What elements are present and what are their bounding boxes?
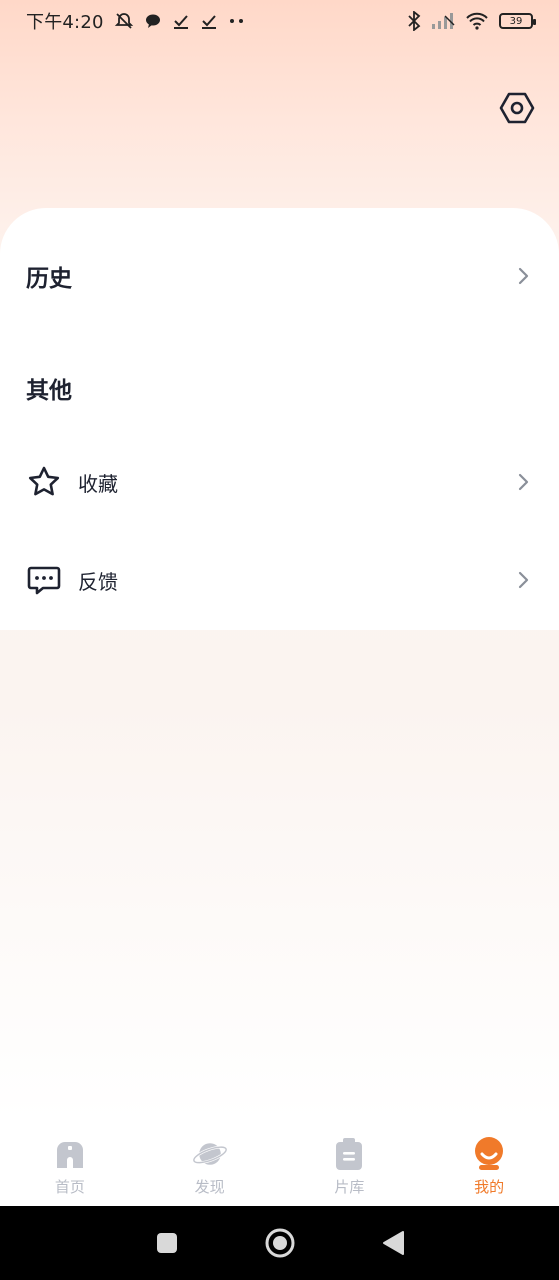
history-row[interactable]: 历史 [0,254,559,298]
library-icon [331,1136,367,1172]
status-bar: 下午4:20 39 [0,0,559,42]
menu-card: 历史 其他 收藏 反馈 [0,208,559,630]
signal-icon [431,12,455,30]
settings-button[interactable] [499,90,535,126]
feedback-row[interactable]: 反馈 [0,558,559,602]
other-section-title: 其他 [26,378,72,404]
wifi-icon [465,12,489,30]
other-section-header: 其他 [0,366,559,410]
tab-discover-label: 发现 [194,1178,225,1196]
status-time: 下午4:20 [26,12,104,33]
triangle-back-icon [382,1231,404,1255]
profile-icon [471,1136,507,1172]
tab-profile-label: 我的 [474,1178,505,1196]
more-notifications-icon [228,16,246,26]
tab-profile[interactable]: 我的 [419,1128,559,1197]
chevron-right-icon [513,472,533,492]
message-icon [144,12,162,30]
tab-home-label: 首页 [54,1178,85,1196]
tab-library-label: 片库 [334,1178,365,1196]
status-left: 下午4:20 [26,8,246,34]
planet-icon [192,1136,228,1172]
square-icon [156,1233,177,1253]
favorites-label: 收藏 [78,471,118,496]
back-button[interactable] [375,1225,411,1261]
home-nav-button[interactable] [262,1225,298,1261]
task-check-icon [200,12,218,30]
feedback-label: 反馈 [78,569,118,594]
tab-home[interactable]: 首页 [0,1128,140,1197]
chevron-right-icon [513,570,533,590]
star-icon [26,464,62,500]
chat-bubble-icon [26,562,62,598]
chevron-right-icon [513,266,533,286]
bluetooth-icon [407,11,421,31]
mute-bell-icon [114,11,134,31]
history-label: 历史 [26,266,72,292]
home-icon [52,1136,88,1172]
circle-icon [265,1228,294,1258]
bottom-tab-bar: 首页 发现 片库 我的 [0,1128,559,1206]
battery-level: 39 [509,15,523,27]
battery-icon: 39 [499,13,536,29]
settings-icon [499,92,535,124]
favorites-row[interactable]: 收藏 [0,460,559,504]
tab-library[interactable]: 片库 [280,1128,420,1197]
tab-discover[interactable]: 发现 [140,1128,280,1197]
status-right: 39 [407,11,536,31]
task-check-icon [172,12,190,30]
system-nav-bar [0,1206,559,1280]
recents-button[interactable] [149,1225,185,1261]
